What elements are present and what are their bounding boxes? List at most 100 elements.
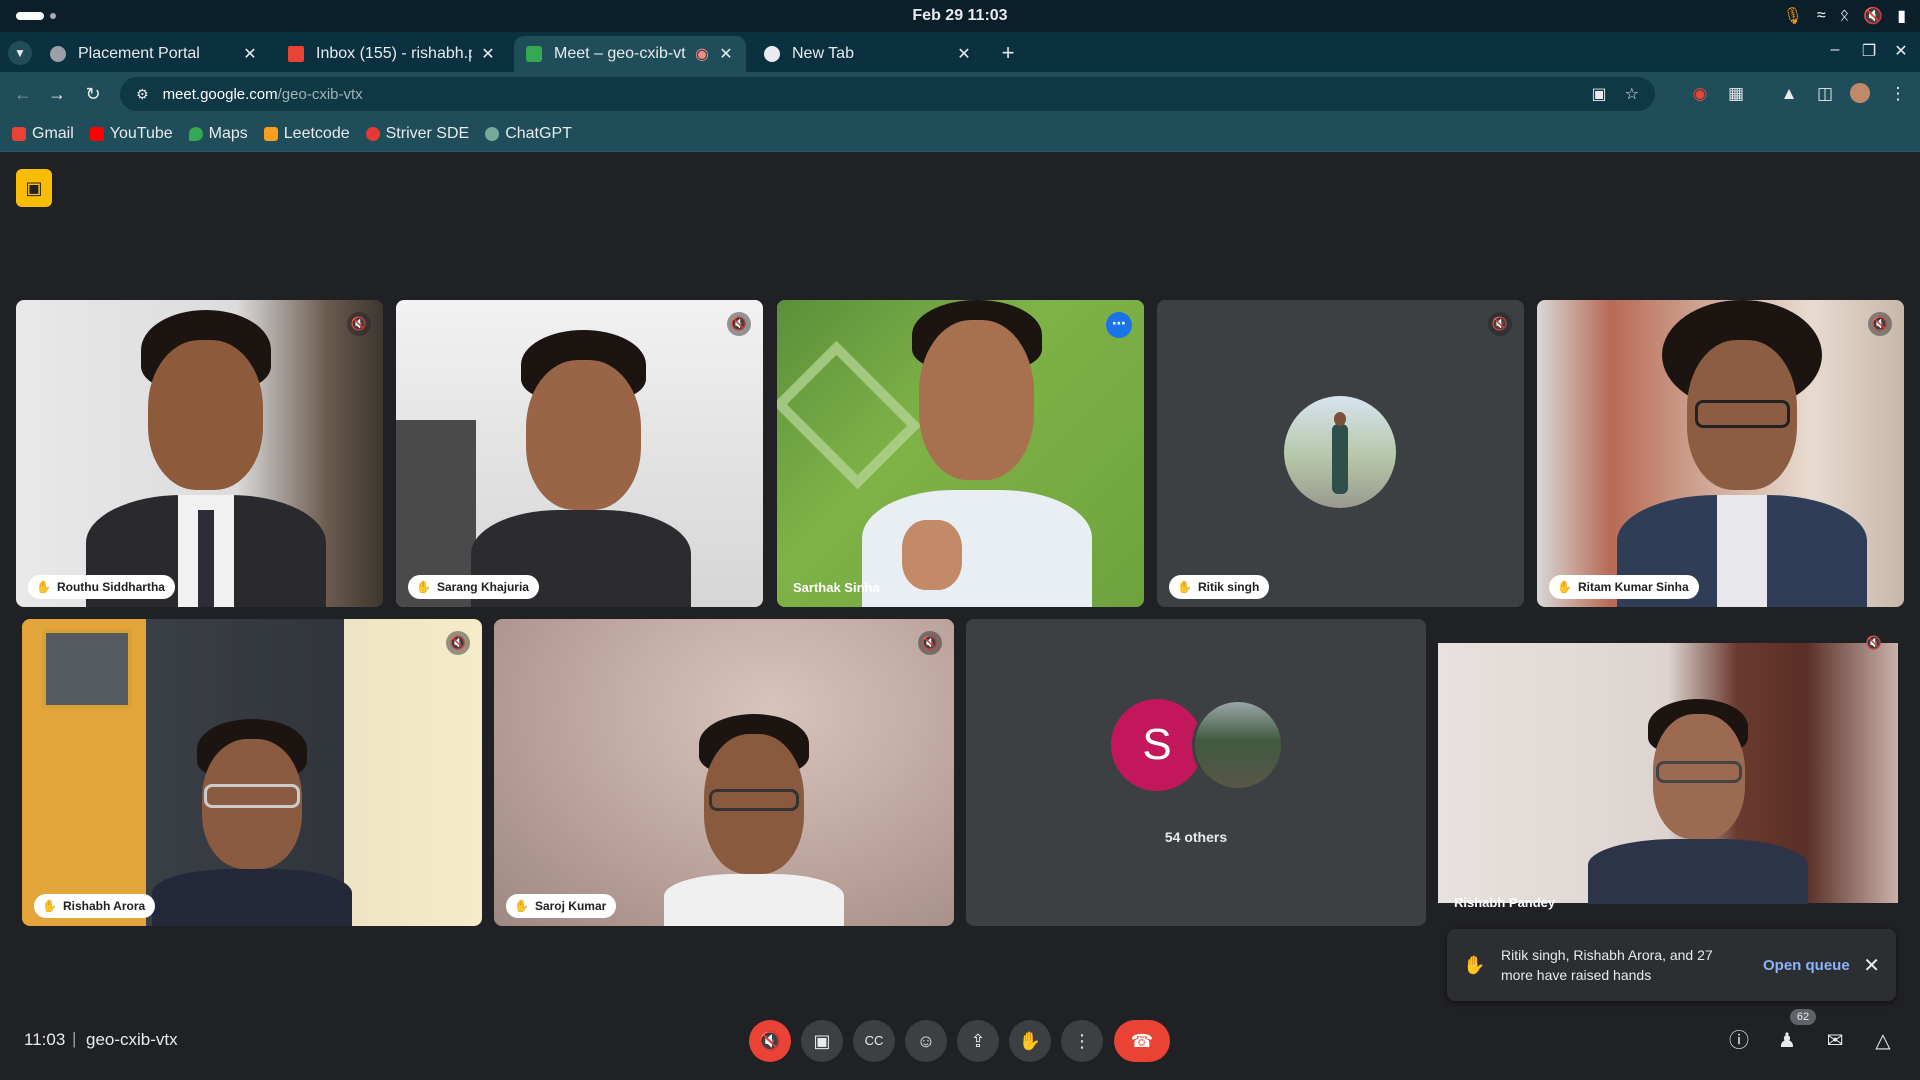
bookmark-youtube[interactable]: YouTube: [89, 124, 173, 143]
others-avatar-photo: [1192, 699, 1284, 791]
participant-figure: [1588, 699, 1808, 904]
restore-button[interactable]: ❐: [1858, 41, 1880, 61]
minimize-button[interactable]: –: [1824, 41, 1846, 59]
menu-kebab-icon[interactable]: ⋮: [1887, 84, 1909, 104]
meeting-code: geo-cxib-vtx: [86, 1030, 178, 1049]
camera-toggle-button[interactable]: ▣: [801, 1020, 843, 1062]
hand-icon: ✋: [1018, 1031, 1042, 1051]
mute-icon[interactable]: 🔇: [1863, 6, 1883, 26]
new-tab-button[interactable]: +: [995, 40, 1021, 66]
participant-tile-others[interactable]: S 54 others: [966, 619, 1426, 926]
close-icon[interactable]: ✕: [480, 44, 496, 64]
participant-options-button[interactable]: ⋯: [1106, 312, 1132, 338]
arrow-left-icon: ←: [14, 84, 32, 104]
video-camera-icon: ▣: [813, 1031, 831, 1051]
recording-badge[interactable]: ▣: [16, 169, 52, 207]
background-window: [42, 629, 132, 709]
muted-mic-icon: 🔇: [1488, 312, 1512, 336]
activities-button[interactable]: △: [1868, 1026, 1898, 1056]
raised-hands-notification: ✋ Ritik singh, Rishabh Arora, and 27 mor…: [1447, 929, 1896, 1001]
tab-search-button[interactable]: ▼: [8, 41, 32, 65]
tab-new-tab[interactable]: New Tab ✕: [752, 36, 984, 72]
participant-tile-rishabh-pandey[interactable]: 🔇 Rishabh Pandey: [1438, 619, 1898, 926]
mic-toggle-button[interactable]: 🔇: [749, 1020, 791, 1062]
tab-title: New Tab: [792, 45, 854, 62]
tab-meet[interactable]: Meet – geo-cxib-vtx ◉ ✕: [514, 36, 746, 72]
muted-mic-icon: 🔇: [1868, 312, 1892, 336]
more-options-button[interactable]: ⋮: [1061, 1020, 1103, 1062]
mic-off-icon: 🔇: [758, 1031, 782, 1051]
site-info-icon[interactable]: ⚙: [136, 86, 149, 103]
system-clock[interactable]: Feb 29 11:03: [0, 7, 1920, 25]
participant-tile-sarang[interactable]: 🔇 ✋ Sarang Khajuria: [396, 300, 763, 607]
reactions-button[interactable]: ☺: [905, 1020, 947, 1062]
labs-icon[interactable]: ▲: [1778, 84, 1800, 104]
close-icon[interactable]: ✕: [1863, 953, 1880, 978]
participant-tile-routhu[interactable]: 🔇 ✋ Routhu Siddhartha: [16, 300, 383, 607]
participant-figure: [86, 310, 326, 607]
youtube-icon: [89, 126, 104, 141]
meeting-time: 11:03: [24, 1030, 66, 1049]
present-screen-button[interactable]: ⇪: [957, 1020, 999, 1062]
participant-figure: [664, 714, 844, 926]
address-bar[interactable]: ⚙ meet.google.com/geo-cxib-vtx ▣ ☆: [120, 77, 1655, 111]
system-tray[interactable]: 🎙 ≈ ᛟ 🔇 ▮: [1783, 6, 1906, 26]
back-button[interactable]: ←: [10, 81, 36, 107]
bookmark-gmail[interactable]: Gmail: [12, 125, 74, 143]
chevron-down-icon: ▼: [14, 46, 26, 60]
bookmark-leetcode[interactable]: Leetcode: [263, 125, 350, 143]
participant-tile-rishabh-arora[interactable]: 🔇 ✋ Rishabh Arora: [22, 619, 482, 926]
screen-record-icon[interactable]: ◉: [1689, 84, 1711, 104]
mic-icon[interactable]: 🎙: [1783, 6, 1803, 26]
wifi-icon[interactable]: ≈: [1817, 7, 1826, 25]
bookmark-striver-sde[interactable]: Striver SDE: [365, 125, 469, 143]
extensions-icon[interactable]: ▦: [1725, 84, 1747, 104]
raise-hand-button[interactable]: ✋: [1009, 1020, 1051, 1062]
tab-inbox[interactable]: Inbox (155) - rishabh.pan ✕: [276, 36, 508, 72]
meet-controls-bar: 11:03 | geo-cxib-vtx 🔇 ▣ CC ☺ ⇪ ✋ ⋮ ☎ ⓘ …: [0, 1000, 1920, 1080]
side-panel-icon[interactable]: ◫: [1814, 84, 1836, 104]
leave-call-button[interactable]: ☎: [1114, 1020, 1170, 1062]
window-close-button[interactable]: ✕: [1890, 41, 1912, 61]
url-path: /geo-cxib-vtx: [277, 85, 363, 103]
captions-button[interactable]: CC: [853, 1020, 895, 1062]
people-count-badge: 62: [1790, 1009, 1816, 1025]
people-button[interactable]: ♟: [1772, 1026, 1802, 1056]
close-icon[interactable]: ✕: [956, 44, 972, 64]
chrome-icon: [764, 46, 780, 62]
close-icon[interactable]: ✕: [242, 44, 258, 64]
meeting-details-button[interactable]: ⓘ: [1724, 1026, 1754, 1056]
arrow-right-icon: →: [48, 84, 66, 104]
participant-tile-ritam[interactable]: 🔇 ✋ Ritam Kumar Sinha: [1537, 300, 1904, 607]
participant-tile-sarthak[interactable]: ⋯ Sarthak Sinha: [777, 300, 1144, 607]
muted-mic-icon: 🔇: [727, 312, 751, 336]
launcher-pill[interactable]: [16, 12, 44, 20]
bookmark-label: YouTube: [109, 124, 173, 142]
participant-name-chip: ✋ Saroj Kumar: [506, 894, 617, 918]
reload-icon: ↻: [85, 84, 101, 104]
close-icon[interactable]: ✕: [718, 44, 734, 64]
participant-tile-ritik[interactable]: 🔇 ✋ Ritik singh: [1157, 300, 1524, 607]
forward-button[interactable]: →: [44, 81, 70, 107]
meeting-separator: |: [72, 1029, 77, 1048]
battery-icon[interactable]: ▮: [1897, 6, 1906, 26]
tab-placement-portal[interactable]: Placement Portal ✕: [38, 36, 270, 72]
profile-avatar[interactable]: [1850, 83, 1870, 103]
bluetooth-icon[interactable]: ᛟ: [1840, 7, 1850, 25]
raised-hand-icon: ✋: [1177, 580, 1192, 594]
muted-mic-icon: 🔇: [347, 312, 371, 336]
url-domain: meet.google.com: [162, 85, 278, 103]
participant-name: Saroj Kumar: [534, 899, 607, 913]
leetcode-icon: [263, 126, 278, 141]
participant-name: Ritam Kumar Sinha: [1577, 580, 1689, 594]
participant-tile-saroj[interactable]: 🔇 ✋ Saroj Kumar: [494, 619, 954, 926]
reload-button[interactable]: ↻: [80, 81, 106, 107]
open-queue-button[interactable]: Open queue: [1763, 957, 1850, 974]
chat-button[interactable]: ✉: [1820, 1026, 1850, 1056]
camera-in-use-icon[interactable]: ▣: [1592, 84, 1607, 104]
more-vert-icon: ⋮: [1073, 1031, 1091, 1051]
bookmark-chatgpt[interactable]: ChatGPT: [485, 125, 572, 143]
bookmark-maps[interactable]: Maps: [188, 125, 248, 143]
bookmark-star-icon[interactable]: ☆: [1625, 84, 1639, 104]
others-count-label: 54 others: [1164, 829, 1228, 845]
